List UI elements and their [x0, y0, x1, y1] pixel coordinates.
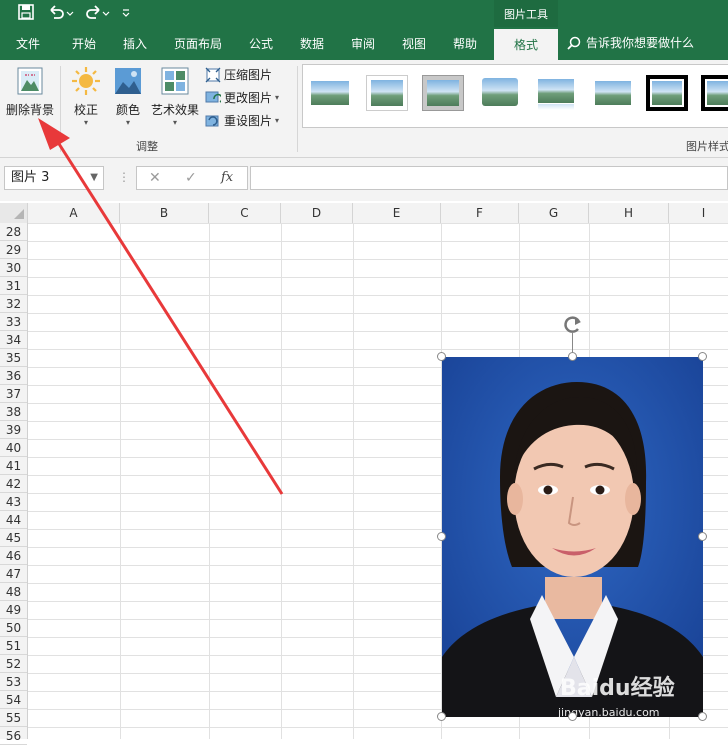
annotation-arrow	[38, 118, 284, 495]
